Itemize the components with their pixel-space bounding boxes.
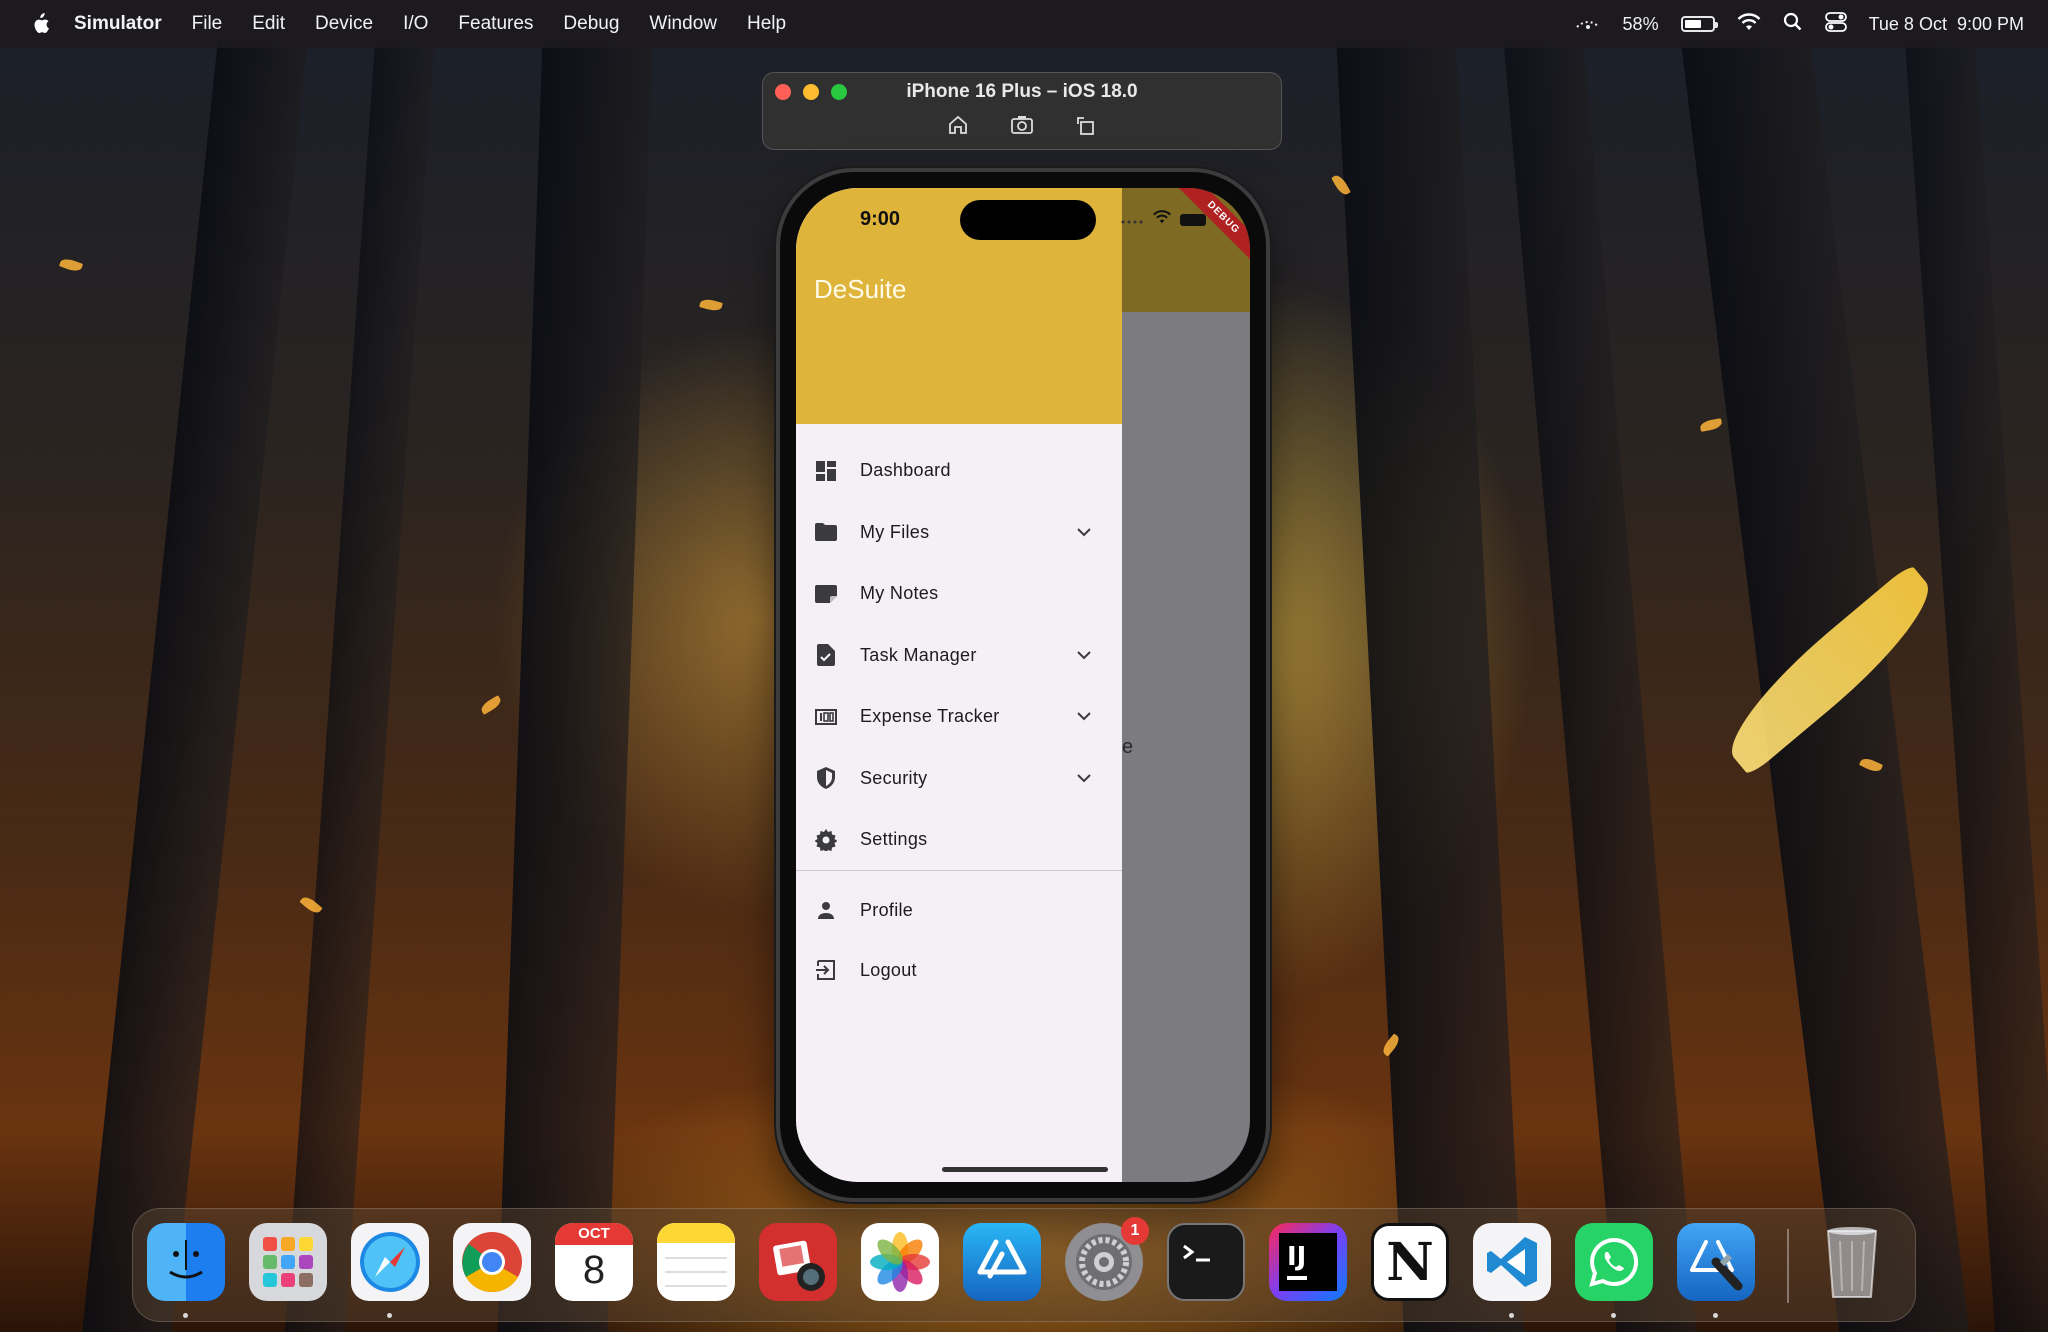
terminal-icon[interactable]	[1167, 1223, 1245, 1301]
nav-label: Profile	[860, 899, 914, 920]
calendar-month: OCT	[555, 1223, 633, 1245]
safari-icon[interactable]	[351, 1223, 429, 1301]
nav-item-profile[interactable]: Profile	[796, 880, 1122, 940]
chrome-icon[interactable]	[453, 1223, 531, 1301]
photo-booth-icon[interactable]	[759, 1223, 837, 1301]
iphone-device: e DEBUG 9:00 DeSuite Dashboard My Files …	[776, 168, 1270, 1202]
phone-battery-icon	[1180, 213, 1206, 226]
shield-icon	[814, 766, 838, 790]
phone-wifi-icon	[1152, 210, 1172, 229]
nav-label: My Notes	[860, 583, 939, 604]
dashboard-icon	[814, 459, 838, 483]
menu-edit[interactable]: Edit	[252, 13, 285, 35]
navigation-drawer: DeSuite Dashboard My Files My Notes Task…	[796, 188, 1122, 1182]
nav-label: Security	[860, 767, 928, 788]
drawer-account-list: Profile Logout	[796, 880, 1122, 1000]
menu-file[interactable]: File	[192, 13, 223, 35]
expense-icon	[814, 705, 838, 729]
menu-device[interactable]: Device	[315, 13, 373, 35]
nav-label: Logout	[860, 959, 917, 980]
running-indicator	[1713, 1313, 1718, 1318]
nav-item-logout[interactable]: Logout	[796, 940, 1122, 1000]
battery-icon[interactable]	[1680, 16, 1718, 32]
cellular-icon	[1120, 211, 1144, 229]
notification-badge: 1	[1121, 1217, 1149, 1245]
notion-icon[interactable]: N	[1371, 1223, 1449, 1301]
menu-bar: Simulator File Edit Device I/O Features …	[0, 0, 2048, 48]
folder-icon	[814, 520, 838, 544]
wifi-icon[interactable]	[1737, 12, 1761, 36]
status-bar-time: 9:00	[860, 208, 901, 230]
nav-label: Expense Tracker	[860, 706, 1000, 727]
menu-app-name[interactable]: Simulator	[74, 13, 162, 35]
task-icon	[814, 643, 838, 667]
menu-help[interactable]: Help	[747, 13, 786, 35]
chevron-down-icon[interactable]	[1074, 707, 1094, 727]
dock: OCT 8 1 IJ N	[132, 1208, 1916, 1322]
nav-label: My Files	[860, 521, 930, 542]
nav-item-security[interactable]: Security	[796, 748, 1122, 810]
trash-icon[interactable]	[1813, 1223, 1891, 1301]
app-store-icon[interactable]	[963, 1223, 1041, 1301]
launchpad-icon[interactable]	[249, 1223, 327, 1301]
dock-separator	[1787, 1229, 1789, 1303]
calendar-icon[interactable]: OCT 8	[555, 1223, 633, 1301]
nav-item-task-manager[interactable]: Task Manager	[796, 625, 1122, 687]
chevron-down-icon[interactable]	[1074, 522, 1094, 542]
nav-item-settings[interactable]: Settings	[796, 809, 1122, 871]
nav-label: Dashboard	[860, 460, 951, 481]
calendar-day: 8	[582, 1248, 606, 1292]
menu-date[interactable]: Tue 8 Oct	[1869, 14, 1947, 35]
person-icon	[814, 898, 838, 922]
running-indicator	[387, 1313, 392, 1318]
notion-logo-text: N	[1386, 1231, 1434, 1293]
nav-item-my-files[interactable]: My Files	[796, 502, 1122, 564]
dynamic-island	[960, 200, 1096, 240]
home-indicator[interactable]	[942, 1167, 1108, 1172]
control-center-icon[interactable]	[1824, 11, 1847, 37]
menu-features[interactable]: Features	[458, 13, 533, 35]
drawer-divider	[796, 870, 1122, 871]
simulator-title: iPhone 16 Plus – iOS 18.0	[906, 81, 1138, 102]
note-icon	[814, 582, 838, 606]
simulator-window-toolbar: iPhone 16 Plus – iOS 18.0	[762, 72, 1282, 150]
nav-label: Task Manager	[860, 644, 977, 665]
chevron-down-icon[interactable]	[1074, 645, 1094, 665]
nav-item-dashboard[interactable]: Dashboard	[796, 440, 1122, 502]
menu-time[interactable]: 9:00 PM	[1957, 14, 2024, 35]
screenshot-icon[interactable]	[1010, 113, 1034, 137]
menu-debug[interactable]: Debug	[563, 13, 619, 35]
phone-screen: e DEBUG 9:00 DeSuite Dashboard My Files …	[796, 188, 1250, 1182]
nav-item-expense-tracker[interactable]: Expense Tracker	[796, 686, 1122, 748]
vscode-icon[interactable]	[1473, 1223, 1551, 1301]
focus-status-icon[interactable]	[1575, 13, 1601, 36]
photos-icon[interactable]	[861, 1223, 939, 1301]
apple-icon[interactable]	[28, 12, 52, 36]
spotlight-search-icon[interactable]	[1783, 12, 1803, 37]
drawer-title: DeSuite	[814, 274, 907, 304]
nav-item-my-notes[interactable]: My Notes	[796, 563, 1122, 625]
logout-icon	[814, 958, 838, 982]
drawer-nav-list: Dashboard My Files My Notes Task Manager…	[796, 440, 1122, 871]
menu-io[interactable]: I/O	[403, 13, 428, 35]
background-content-text: e	[1122, 736, 1134, 758]
rotate-icon[interactable]	[1074, 113, 1098, 137]
finder-icon[interactable]	[147, 1223, 225, 1301]
xcode-icon[interactable]	[1677, 1223, 1755, 1301]
notes-icon[interactable]	[657, 1223, 735, 1301]
home-icon[interactable]	[946, 113, 970, 137]
running-indicator	[1509, 1313, 1514, 1318]
running-indicator	[1611, 1313, 1616, 1318]
gear-icon	[814, 828, 838, 852]
chevron-down-icon[interactable]	[1074, 768, 1094, 788]
menu-window[interactable]: Window	[649, 13, 717, 35]
intellij-icon[interactable]: IJ	[1269, 1223, 1347, 1301]
battery-percent: 58%	[1622, 13, 1659, 34]
whatsapp-icon[interactable]	[1575, 1223, 1653, 1301]
running-indicator	[183, 1313, 188, 1318]
nav-label: Settings	[860, 829, 928, 850]
intellij-logo-text: IJ	[1287, 1242, 1307, 1272]
